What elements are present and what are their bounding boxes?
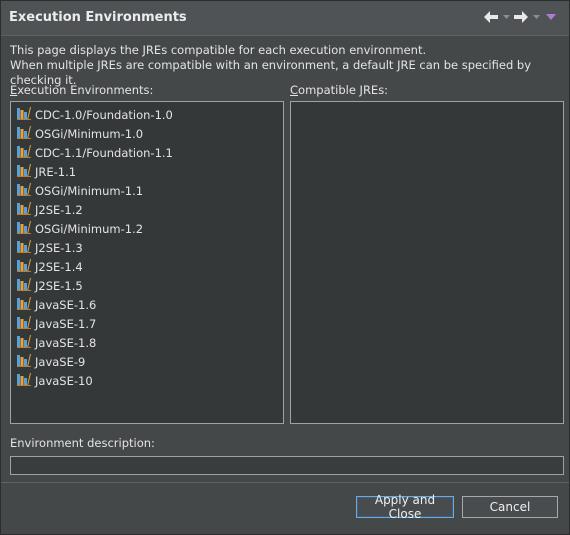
navigation-toolbar: [483, 9, 559, 25]
environment-list-item[interactable]: OSGi/Minimum-1.2: [17, 219, 143, 238]
forward-dropdown-chevron-icon[interactable]: [531, 9, 541, 25]
environment-list-item-label: OSGi/Minimum-1.1: [35, 183, 144, 198]
environment-list-item-label: CDC-1.1/Foundation-1.1: [35, 145, 173, 160]
environment-list-item[interactable]: J2SE-1.2: [17, 200, 83, 219]
environment-list-item-label: JavaSE-1.8: [35, 335, 97, 350]
environment-list-item[interactable]: OSGi/Minimum-1.0: [17, 124, 143, 143]
execution-environment-icon: [17, 334, 31, 351]
execution-environment-icon: [17, 220, 31, 237]
execution-environment-icon: [17, 182, 31, 199]
execution-environment-icon: [17, 144, 31, 161]
environment-list-item-label: JavaSE-1.7: [35, 316, 97, 331]
environment-list-item-label: JRE-1.1: [35, 164, 77, 179]
compatible-jres-label: Compatible JREs:: [290, 83, 388, 97]
execution-environment-icon: [17, 353, 31, 370]
preferences-page: Execution Environments This page display…: [0, 0, 570, 535]
view-menu-icon[interactable]: [543, 9, 559, 25]
environment-list-item[interactable]: JavaSE-1.8: [17, 333, 96, 352]
execution-environment-icon: [17, 372, 31, 389]
cancel-button[interactable]: Cancel: [462, 496, 558, 518]
execution-environment-icon: [17, 277, 31, 294]
environment-description-field[interactable]: [10, 456, 564, 475]
compatible-jres-label-text: ompatible JREs:: [298, 83, 389, 97]
execution-environment-icon: [17, 296, 31, 313]
environment-list-item[interactable]: OSGi/Minimum-1.1: [17, 181, 143, 200]
page-description: This page displays the JREs compatible f…: [10, 43, 569, 88]
compatible-jres-list[interactable]: [290, 101, 564, 424]
environment-description-label: Environment description:: [10, 436, 155, 450]
environment-list-item[interactable]: CDC-1.1/Foundation-1.1: [17, 143, 173, 162]
back-dropdown-chevron-icon[interactable]: [501, 9, 511, 25]
description-line-1: This page displays the JREs compatible f…: [10, 43, 427, 57]
execution-environments-list[interactable]: CDC-1.0/Foundation-1.0 OSGi/Minimum-1.0 CD…: [10, 101, 284, 424]
button-bar-divider: [1, 482, 569, 483]
environment-list-item-label: OSGi/Minimum-1.2: [35, 221, 144, 236]
apply-and-close-button[interactable]: Apply and Close: [356, 493, 454, 521]
environment-list-item-label: JavaSE-10: [35, 373, 93, 388]
page-header: Execution Environments: [1, 1, 569, 36]
forward-arrow-icon[interactable]: [513, 9, 529, 25]
environment-list-item[interactable]: JRE-1.1: [17, 162, 76, 181]
environment-list-item[interactable]: J2SE-1.5: [17, 276, 83, 295]
environment-list-item-label: J2SE-1.2: [35, 202, 83, 217]
environment-list-item[interactable]: JavaSE-1.7: [17, 314, 96, 333]
execution-environment-icon: [17, 201, 31, 218]
environment-list-item[interactable]: J2SE-1.4: [17, 257, 83, 276]
environment-list-item-label: J2SE-1.5: [35, 278, 83, 293]
environment-list-item-label: CDC-1.0/Foundation-1.0: [35, 107, 173, 122]
environment-list-item[interactable]: JavaSE-10: [17, 371, 93, 390]
environment-list-item[interactable]: JavaSE-9: [17, 352, 85, 371]
environment-list-item-label: J2SE-1.3: [35, 240, 83, 255]
execution-environments-label-text: xecution Environments:: [17, 83, 154, 97]
environment-list-item[interactable]: JavaSE-1.6: [17, 295, 96, 314]
compatible-jres-mnemonic: C: [290, 83, 299, 97]
execution-environment-icon: [17, 258, 31, 275]
back-arrow-icon[interactable]: [483, 9, 499, 25]
execution-environment-icon: [17, 106, 31, 123]
environment-list-item-label: JavaSE-1.6: [35, 297, 97, 312]
execution-environment-icon: [17, 163, 31, 180]
environment-list-item-label: J2SE-1.4: [35, 259, 83, 274]
environment-list-item-label: OSGi/Minimum-1.0: [35, 126, 144, 141]
execution-environment-icon: [17, 239, 31, 256]
environment-list-item-label: JavaSE-9: [35, 354, 86, 369]
execution-environments-label: Execution Environments:: [10, 83, 153, 97]
environment-list-item[interactable]: J2SE-1.3: [17, 238, 83, 257]
execution-environment-icon: [17, 315, 31, 332]
page-title: Execution Environments: [9, 10, 187, 25]
environment-list-item[interactable]: CDC-1.0/Foundation-1.0: [17, 105, 173, 124]
execution-environment-icon: [17, 125, 31, 142]
